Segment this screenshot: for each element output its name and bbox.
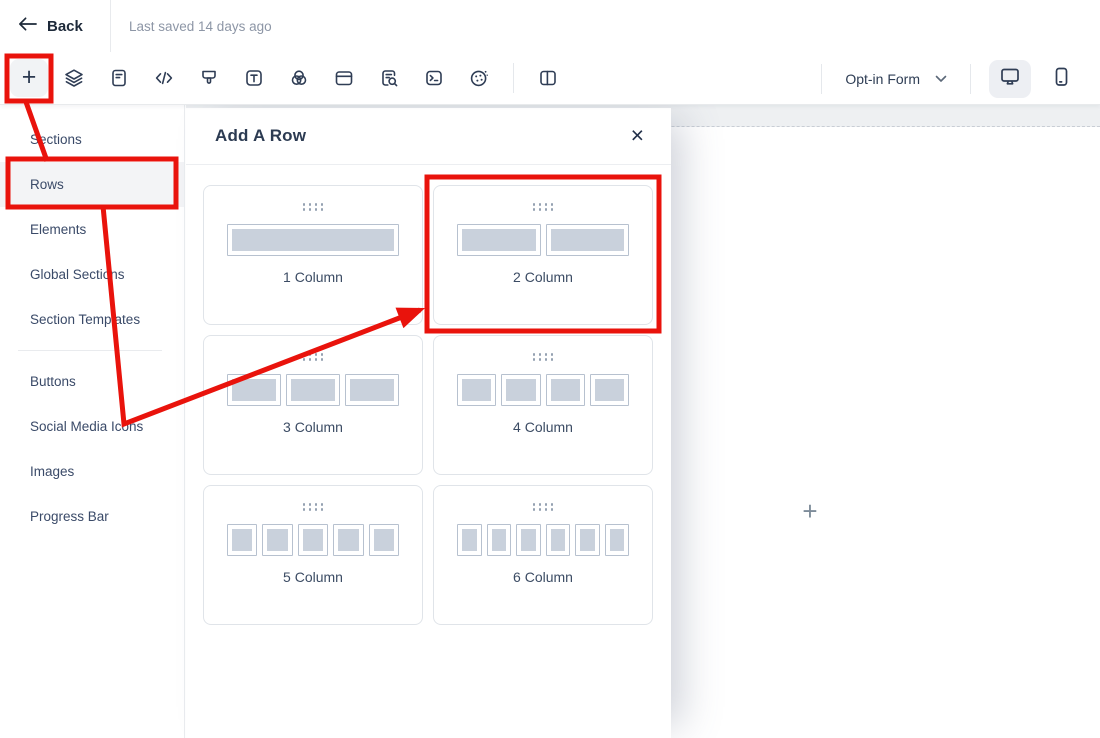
- row-options-grid: 1 Column 2 Column 3 Column 4 Column 5 Co: [186, 165, 671, 645]
- add-row-panel: Add A Row × 1 Column 2 Column 3 Column: [186, 108, 671, 738]
- toolbar-left-group: +: [0, 59, 559, 97]
- page-selector-label: Opt-in Form: [845, 71, 920, 87]
- toolbar-divider: [513, 63, 514, 93]
- topbar-divider: [110, 0, 111, 52]
- column-preview: [227, 524, 399, 556]
- sidebar-item-label: Sections: [30, 132, 82, 147]
- drag-dots-icon: [303, 203, 324, 211]
- sidebar-item-sections[interactable]: Sections: [0, 117, 184, 162]
- row-option-5-column[interactable]: 5 Column: [203, 485, 423, 625]
- sidebar-item-section-templates[interactable]: Section Templates: [0, 297, 184, 342]
- plus-icon: +: [22, 65, 37, 90]
- sidebar-item-label: Elements: [30, 222, 86, 237]
- column-preview: [457, 224, 629, 256]
- sidebar-item-rows[interactable]: Rows: [0, 162, 184, 207]
- column-preview: [227, 374, 399, 406]
- back-button[interactable]: Back: [18, 0, 83, 52]
- phone-icon: [1050, 65, 1072, 93]
- toolbar-right-group: Opt-in Form: [821, 52, 1100, 105]
- device-toggle-group: [971, 60, 1100, 98]
- row-option-3-column[interactable]: 3 Column: [203, 335, 423, 475]
- close-icon[interactable]: ×: [629, 122, 646, 149]
- editor-toolbar: +: [0, 52, 1100, 105]
- document-icon[interactable]: [108, 67, 130, 89]
- sidebar-item-elements[interactable]: Elements: [0, 207, 184, 252]
- plus-canvas-icon: +: [802, 496, 817, 527]
- sidebar-item-buttons[interactable]: Buttons: [0, 359, 184, 404]
- builder-sidebar: Sections Rows Elements Global Sections S…: [0, 105, 185, 738]
- page-search-icon[interactable]: [378, 67, 400, 89]
- toolbar-icons: [63, 63, 559, 93]
- save-status: Last saved 14 days ago: [129, 0, 272, 52]
- row-option-4-column[interactable]: 4 Column: [433, 335, 653, 475]
- row-option-label: 2 Column: [513, 269, 573, 285]
- mobile-view-button[interactable]: [1040, 60, 1082, 98]
- monitor-icon: [998, 65, 1022, 93]
- panel-title: Add A Row: [215, 126, 306, 146]
- row-option-label: 5 Column: [283, 569, 343, 585]
- drag-dots-icon: [533, 353, 554, 361]
- sidebar-item-progress-bar[interactable]: Progress Bar: [0, 494, 184, 539]
- canvas-add-row-button[interactable]: +: [796, 497, 824, 525]
- sidebar-item-label: Rows: [30, 177, 64, 192]
- page-builder: Back Last saved 14 days ago +: [0, 0, 1100, 738]
- chevron-down-icon: [935, 70, 947, 88]
- desktop-view-button[interactable]: [989, 60, 1031, 98]
- window-icon[interactable]: [333, 67, 355, 89]
- color-circles-icon[interactable]: [288, 67, 310, 89]
- code-icon[interactable]: [153, 67, 175, 89]
- sidebar-item-label: Buttons: [30, 374, 76, 389]
- row-option-2-column[interactable]: 2 Column: [433, 185, 653, 325]
- row-option-label: 1 Column: [283, 269, 343, 285]
- back-label: Back: [47, 18, 83, 35]
- sidebar-item-label: Social Media Icons: [30, 419, 143, 434]
- sidebar-item-global-sections[interactable]: Global Sections: [0, 252, 184, 297]
- drag-dots-icon: [303, 353, 324, 361]
- split-columns-icon[interactable]: [537, 67, 559, 89]
- sidebar-item-social-media-icons[interactable]: Social Media Icons: [0, 404, 184, 449]
- cookie-icon[interactable]: [468, 67, 490, 89]
- row-option-label: 3 Column: [283, 419, 343, 435]
- drag-dots-icon: [303, 503, 324, 511]
- add-button[interactable]: +: [10, 59, 48, 97]
- sidebar-item-label: Images: [30, 464, 74, 479]
- page-selector[interactable]: Opt-in Form: [822, 52, 970, 105]
- sidebar-item-label: Progress Bar: [30, 509, 109, 524]
- terminal-icon[interactable]: [423, 67, 445, 89]
- sidebar-item-label: Global Sections: [30, 267, 125, 282]
- drag-dots-icon: [533, 503, 554, 511]
- panel-header: Add A Row ×: [186, 108, 671, 165]
- back-arrow-icon: [18, 16, 37, 36]
- row-option-label: 6 Column: [513, 569, 573, 585]
- row-option-6-column[interactable]: 6 Column: [433, 485, 653, 625]
- sidebar-item-label: Section Templates: [30, 312, 140, 327]
- row-option-1-column[interactable]: 1 Column: [203, 185, 423, 325]
- top-bar: Back Last saved 14 days ago: [0, 0, 1100, 52]
- brush-icon[interactable]: [198, 67, 220, 89]
- column-preview: [227, 224, 399, 256]
- drag-dots-icon: [533, 203, 554, 211]
- sidebar-item-images[interactable]: Images: [0, 449, 184, 494]
- column-preview: [457, 374, 629, 406]
- layers-icon[interactable]: [63, 67, 85, 89]
- column-preview: [457, 524, 629, 556]
- typography-icon[interactable]: [243, 67, 265, 89]
- sidebar-divider: [18, 350, 162, 351]
- row-option-label: 4 Column: [513, 419, 573, 435]
